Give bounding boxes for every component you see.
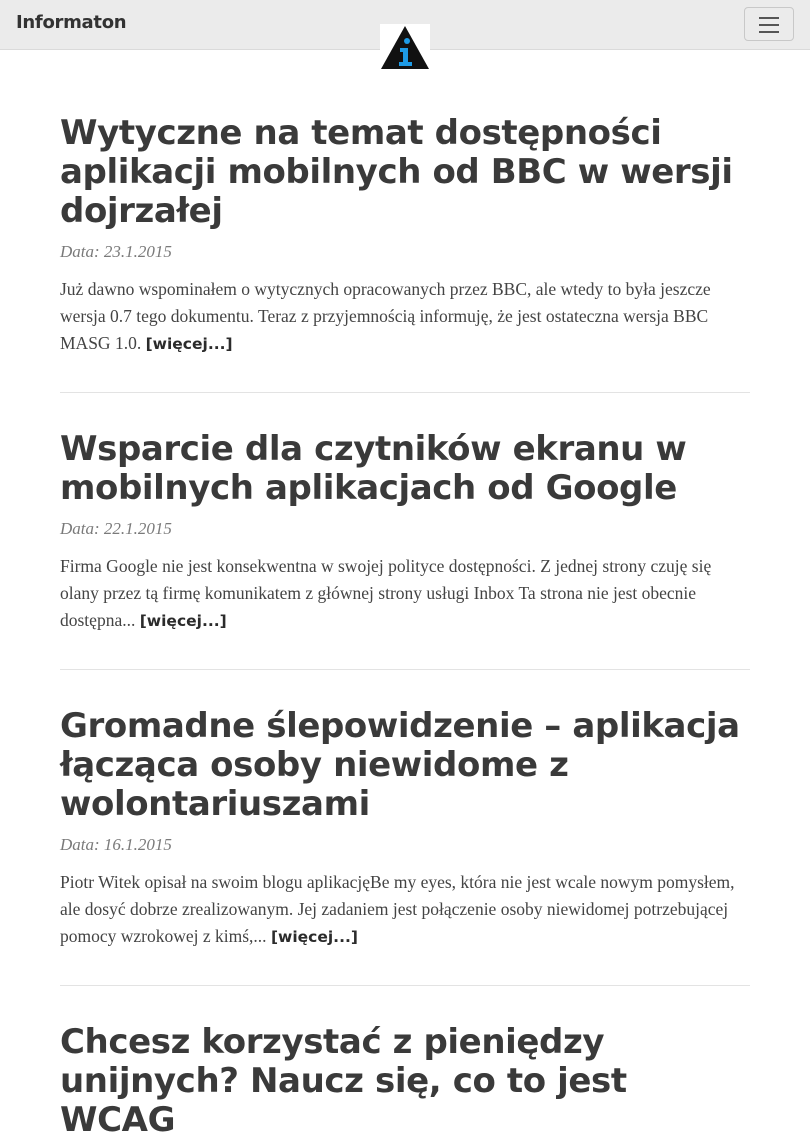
post-date: Data: 16.1.2015 xyxy=(60,835,172,854)
brand-link[interactable]: Informaton xyxy=(16,12,127,33)
post-title: Chcesz korzystać z pieniędzy unijnych? N… xyxy=(60,1023,750,1140)
post-item: Gromadne ślepowidzenie – aplikacja łączą… xyxy=(60,703,750,951)
read-more-link[interactable]: [więcej...] xyxy=(140,612,227,630)
post-item: Wytyczne na temat dostępności aplikacji … xyxy=(60,110,750,358)
post-divider xyxy=(60,985,750,986)
post-excerpt: Firma Google nie jest konsekwentna w swo… xyxy=(60,553,750,635)
post-divider xyxy=(60,392,750,393)
post-divider xyxy=(60,669,750,670)
post-excerpt-text: Piotr Witek opisał na swoim blogu aplika… xyxy=(60,872,735,946)
post-title: Wsparcie dla czytników ekranu w mobilnyc… xyxy=(60,430,750,508)
post-title-link[interactable]: Wsparcie dla czytników ekranu w mobilnyc… xyxy=(60,429,687,508)
post-title-link[interactable]: Wytyczne na temat dostępności aplikacji … xyxy=(60,113,733,231)
post-title: Wytyczne na temat dostępności aplikacji … xyxy=(60,114,750,231)
menu-toggle-button[interactable] xyxy=(744,7,794,41)
read-more-link[interactable]: [więcej...] xyxy=(146,335,233,353)
post-title: Gromadne ślepowidzenie – aplikacja łączą… xyxy=(60,707,750,824)
post-excerpt: Już dawno wspominałem o wytycznych oprac… xyxy=(60,276,750,358)
hamburger-menu-icon xyxy=(759,17,779,19)
post-item: Wsparcie dla czytników ekranu w mobilnyc… xyxy=(60,426,750,635)
read-more-link[interactable]: [więcej...] xyxy=(271,928,358,946)
info-triangle-logo[interactable] xyxy=(380,24,430,70)
post-date: Data: 23.1.2015 xyxy=(60,242,172,261)
post-title-link[interactable]: Gromadne ślepowidzenie – aplikacja łączą… xyxy=(60,706,740,824)
post-excerpt: Piotr Witek opisał na swoim blogu aplika… xyxy=(60,869,750,951)
posts-list: Wytyczne na temat dostępności aplikacji … xyxy=(60,110,750,1140)
post-date: Data: 22.1.2015 xyxy=(60,519,172,538)
post-title-link[interactable]: Chcesz korzystać z pieniędzy unijnych? N… xyxy=(60,1022,627,1140)
hamburger-menu-icon-bar xyxy=(759,24,779,26)
hamburger-menu-icon-bar xyxy=(759,31,779,33)
